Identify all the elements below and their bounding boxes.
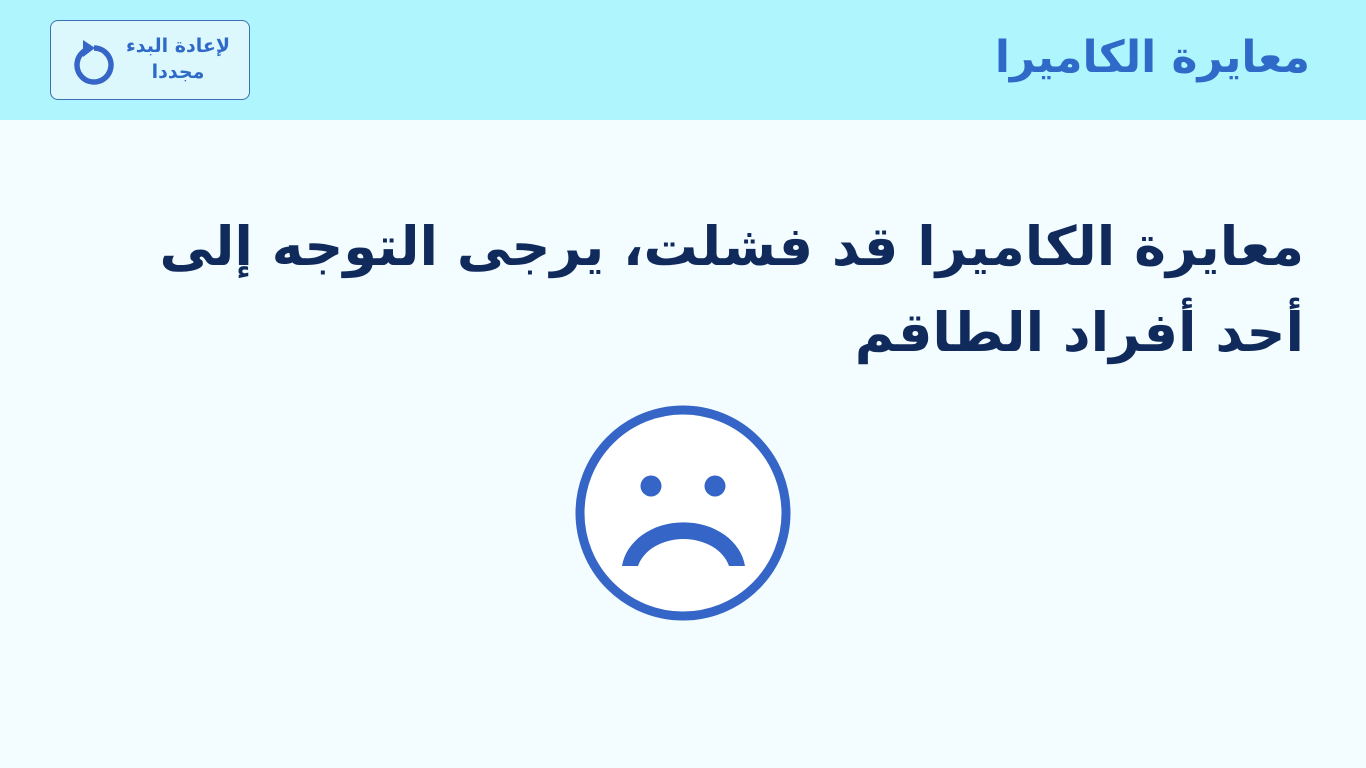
restart-button-label: لإعادة البدء مجددا	[123, 33, 233, 85]
restart-button[interactable]: لإعادة البدء مجددا	[50, 20, 250, 100]
sad-face-icon	[575, 405, 791, 621]
restart-arrow-icon	[74, 40, 114, 85]
restart-label-line2: مجددا	[151, 61, 205, 83]
restart-label-line1: لإعادة البدء	[126, 35, 230, 57]
header-bar: معايرة الكاميرا لإعادة البدء مجددا	[0, 0, 1366, 120]
app-title: معايرة الكاميرا	[994, 32, 1310, 83]
calibration-failed-message: معايرة الكاميرا قد فشلت، يرجى التوجه إلى…	[159, 215, 1304, 364]
